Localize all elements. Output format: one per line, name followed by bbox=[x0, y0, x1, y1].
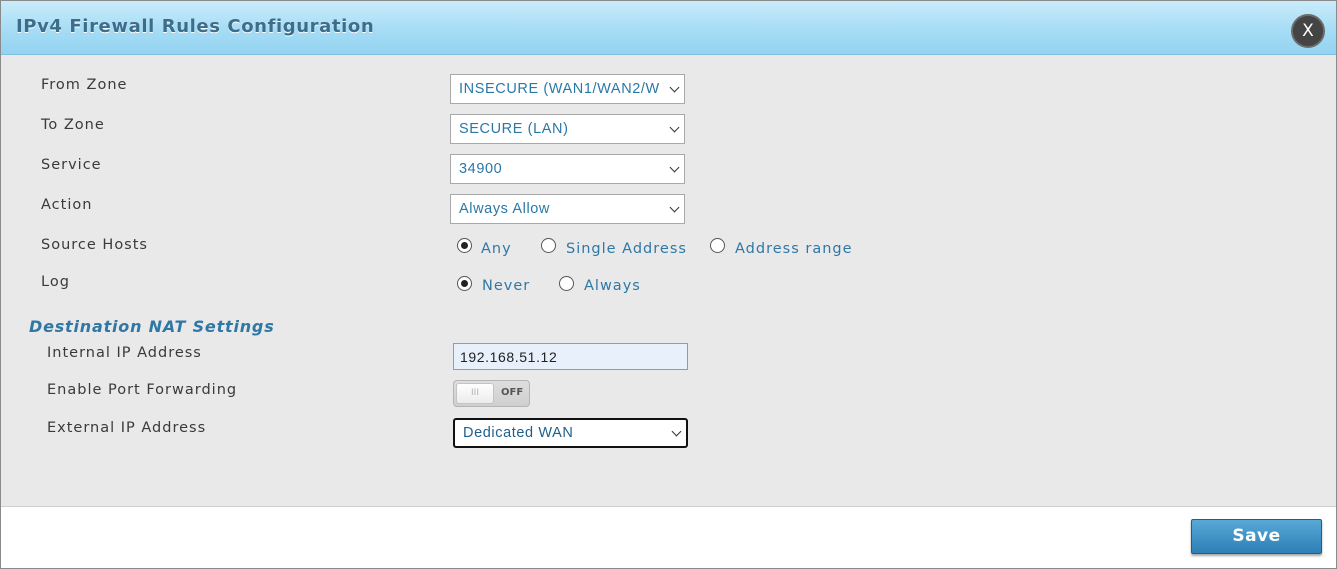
source-hosts-radio-any[interactable] bbox=[457, 238, 472, 253]
source-hosts-option-range[interactable]: Address range bbox=[735, 241, 853, 257]
external-ip-label: External IP Address bbox=[47, 420, 207, 436]
toggle-knob: III bbox=[456, 383, 494, 404]
source-hosts-option-single[interactable]: Single Address bbox=[566, 241, 687, 257]
source-hosts-option-any[interactable]: Any bbox=[481, 241, 512, 257]
firewall-rule-dialog: IPv4 Firewall Rules Configuration X From… bbox=[0, 0, 1337, 569]
log-radio-never[interactable] bbox=[457, 276, 472, 291]
action-label: Action bbox=[41, 197, 93, 213]
internal-ip-label: Internal IP Address bbox=[47, 345, 202, 361]
chevron-down-icon bbox=[671, 426, 682, 437]
chevron-down-icon bbox=[669, 202, 680, 213]
service-value: 34900 bbox=[459, 161, 503, 177]
dialog-titlebar: IPv4 Firewall Rules Configuration X bbox=[1, 1, 1336, 55]
port-forwarding-toggle[interactable]: III OFF bbox=[453, 380, 530, 407]
chevron-down-icon bbox=[669, 82, 680, 93]
action-value: Always Allow bbox=[459, 201, 551, 217]
nat-section-title: Destination NAT Settings bbox=[29, 317, 275, 336]
source-hosts-radio-single[interactable] bbox=[541, 238, 556, 253]
log-radio-always[interactable] bbox=[559, 276, 574, 291]
to-zone-select[interactable]: SECURE (LAN) bbox=[450, 114, 685, 144]
log-option-never[interactable]: Never bbox=[482, 278, 530, 294]
to-zone-label: To Zone bbox=[41, 117, 105, 133]
log-label: Log bbox=[41, 274, 70, 290]
chevron-down-icon bbox=[669, 122, 680, 133]
service-select[interactable]: 34900 bbox=[450, 154, 685, 184]
dialog-title: IPv4 Firewall Rules Configuration bbox=[16, 16, 375, 37]
from-zone-select[interactable]: INSECURE (WAN1/WAN2/W bbox=[450, 74, 685, 104]
source-hosts-radio-range[interactable] bbox=[710, 238, 725, 253]
action-select[interactable]: Always Allow bbox=[450, 194, 685, 224]
external-ip-value: Dedicated WAN bbox=[463, 425, 574, 441]
dialog-body: From Zone INSECURE (WAN1/WAN2/W To Zone … bbox=[1, 56, 1336, 506]
to-zone-value: SECURE (LAN) bbox=[459, 121, 569, 137]
external-ip-select[interactable]: Dedicated WAN bbox=[453, 418, 688, 448]
source-hosts-label: Source Hosts bbox=[41, 237, 148, 253]
from-zone-value: INSECURE (WAN1/WAN2/W bbox=[459, 81, 660, 97]
service-label: Service bbox=[41, 157, 102, 173]
toggle-state-text: OFF bbox=[501, 387, 524, 398]
save-button[interactable]: Save bbox=[1191, 519, 1322, 554]
chevron-down-icon bbox=[669, 162, 680, 173]
close-button[interactable]: X bbox=[1291, 14, 1325, 48]
log-option-always[interactable]: Always bbox=[584, 278, 641, 294]
port-forwarding-label: Enable Port Forwarding bbox=[47, 382, 238, 398]
from-zone-label: From Zone bbox=[41, 77, 128, 93]
dialog-footer: Save bbox=[1, 506, 1336, 568]
internal-ip-input[interactable]: 192.168.51.12 bbox=[453, 343, 688, 370]
